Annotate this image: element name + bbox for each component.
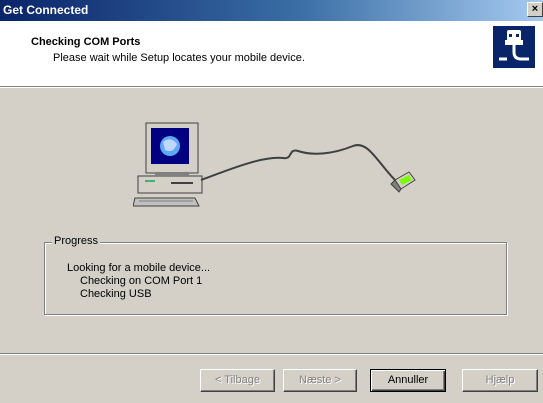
window-title: Get Connected	[3, 3, 89, 17]
progress-status-line: Checking USB	[80, 288, 152, 300]
cancel-button[interactable]: Annuller	[370, 369, 446, 392]
header-divider	[0, 87, 543, 88]
close-button[interactable]: ×	[527, 2, 543, 17]
connection-illustration	[132, 118, 433, 218]
device-connector-icon	[493, 26, 535, 68]
progress-status-line: Checking on COM Port 1	[80, 275, 203, 287]
close-icon: ×	[531, 3, 539, 15]
title-bar[interactable]: Get Connected ×	[0, 0, 543, 21]
help-button[interactable]: Hjælp	[462, 369, 538, 392]
back-button[interactable]: < Tilbage	[200, 369, 275, 392]
footer-divider-highlight	[0, 354, 543, 355]
progress-status-line: Looking for a mobile device...	[67, 262, 211, 274]
next-button[interactable]: Næste >	[283, 369, 357, 392]
get-connected-dialog: Get Connected × Checking COM Ports Pleas…	[0, 0, 543, 403]
wizard-header: Checking COM Ports Please wait while Set…	[0, 21, 543, 87]
page-subtitle: Please wait while Setup locates your mob…	[53, 52, 305, 64]
desktop-computer-icon	[132, 122, 203, 207]
mobile-device-icon	[390, 171, 416, 193]
progress-label: Progress	[52, 235, 101, 247]
sync-cable-icon	[200, 144, 396, 181]
page-title: Checking COM Ports	[31, 36, 141, 48]
